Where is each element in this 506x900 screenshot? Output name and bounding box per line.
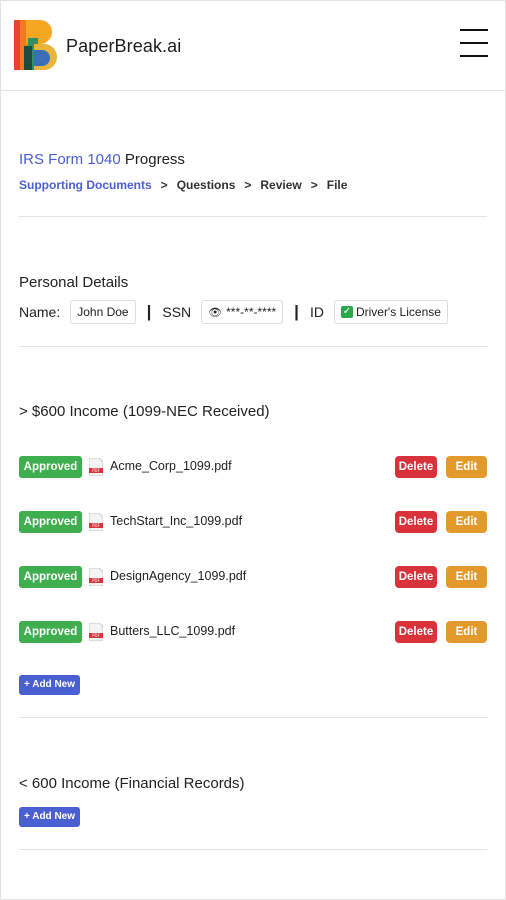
document-row: Approved PDF Acme_Corp_1099.pdf Delete E… (19, 456, 487, 478)
edit-button[interactable]: Edit (446, 456, 487, 478)
status-badge: Approved (19, 511, 82, 533)
status-badge: Approved (19, 621, 82, 643)
ssn-value-chip[interactable]: 👁 ***-**-**** (201, 300, 284, 324)
progress-label: Progress (120, 151, 185, 168)
income-over-600-heading: > $600 Income (1099-NEC Received) (19, 403, 270, 420)
name-label: Name: (19, 304, 61, 320)
check-icon: ✓ (340, 306, 353, 318)
top-header: PaperBreak.ai (0, 0, 506, 91)
status-badge: Approved (19, 456, 82, 478)
brand-name: PaperBreak.ai (66, 36, 182, 56)
section-divider (19, 346, 487, 347)
field-divider: | (294, 302, 299, 321)
ssn-value: ***-**-**** (226, 305, 277, 319)
file-name[interactable]: Acme_Corp_1099.pdf (110, 459, 232, 473)
id-value: Driver's License (355, 305, 441, 319)
pdf-file-icon: PDF (89, 623, 103, 641)
field-divider: | (146, 302, 152, 321)
svg-text:PDF: PDF (92, 523, 100, 528)
breadcrumb-separator: > (310, 178, 318, 192)
breadcrumb-separator: > (160, 178, 168, 192)
document-row: Approved PDF Butters_LLC_1099.pdf Delete… (19, 621, 487, 643)
step-review[interactable]: Review (260, 178, 301, 192)
personal-details-row: Name: John Doe | SSN 👁 ***-**-**** | ID ✓… (19, 300, 448, 324)
svg-text:PDF: PDF (92, 578, 100, 583)
pdf-file-icon: PDF (89, 513, 103, 531)
delete-button[interactable]: Delete (395, 566, 437, 588)
document-row: Approved PDF DesignAgency_1099.pdf Delet… (19, 566, 487, 588)
id-label: ID (309, 304, 324, 320)
income-under-600-heading: < 600 Income (Financial Records) (19, 775, 245, 792)
eye-icon[interactable]: 👁 (208, 306, 222, 319)
step-file[interactable]: File (327, 178, 348, 192)
section-divider (19, 216, 487, 217)
menu-line (460, 29, 488, 31)
file-name[interactable]: DesignAgency_1099.pdf (110, 569, 246, 583)
section-divider (19, 717, 487, 718)
breadcrumb-separator: > (244, 178, 252, 192)
step-questions[interactable]: Questions (177, 178, 236, 192)
file-name[interactable]: Butters_LLC_1099.pdf (110, 624, 235, 638)
document-row: Approved PDF TechStart_Inc_1099.pdf Dele… (19, 511, 487, 533)
personal-details-heading: Personal Details (19, 274, 129, 291)
page-frame (0, 0, 506, 900)
paperbreak-logo[interactable] (14, 20, 60, 70)
step-supporting-documents[interactable]: Supporting Documents (19, 178, 152, 192)
progress-title: IRS Form 1040 Progress (19, 151, 185, 168)
edit-button[interactable]: Edit (446, 621, 487, 643)
edit-button[interactable]: Edit (446, 566, 487, 588)
name-value: John Doe (70, 300, 136, 324)
pdf-file-icon: PDF (89, 458, 103, 476)
add-new-button[interactable]: + Add New (19, 807, 80, 827)
delete-button[interactable]: Delete (395, 621, 437, 643)
form-name[interactable]: IRS Form 1040 (19, 151, 121, 168)
id-value-chip: ✓ Driver's License (333, 300, 448, 324)
svg-text:PDF: PDF (92, 633, 100, 638)
menu-line (460, 42, 488, 44)
edit-button[interactable]: Edit (446, 511, 487, 533)
status-badge: Approved (19, 566, 82, 588)
add-new-button[interactable]: + Add New (19, 675, 80, 695)
delete-button[interactable]: Delete (395, 511, 437, 533)
hamburger-menu-button[interactable] (460, 29, 488, 59)
breadcrumb: Supporting Documents > Questions > Review > Fi… (19, 178, 347, 192)
svg-text:PDF: PDF (92, 468, 100, 473)
file-name[interactable]: TechStart_Inc_1099.pdf (110, 514, 242, 528)
section-divider (19, 849, 487, 850)
delete-button[interactable]: Delete (395, 456, 437, 478)
pdf-file-icon: PDF (89, 568, 103, 586)
menu-line (460, 55, 488, 57)
ssn-label: SSN (162, 304, 192, 320)
